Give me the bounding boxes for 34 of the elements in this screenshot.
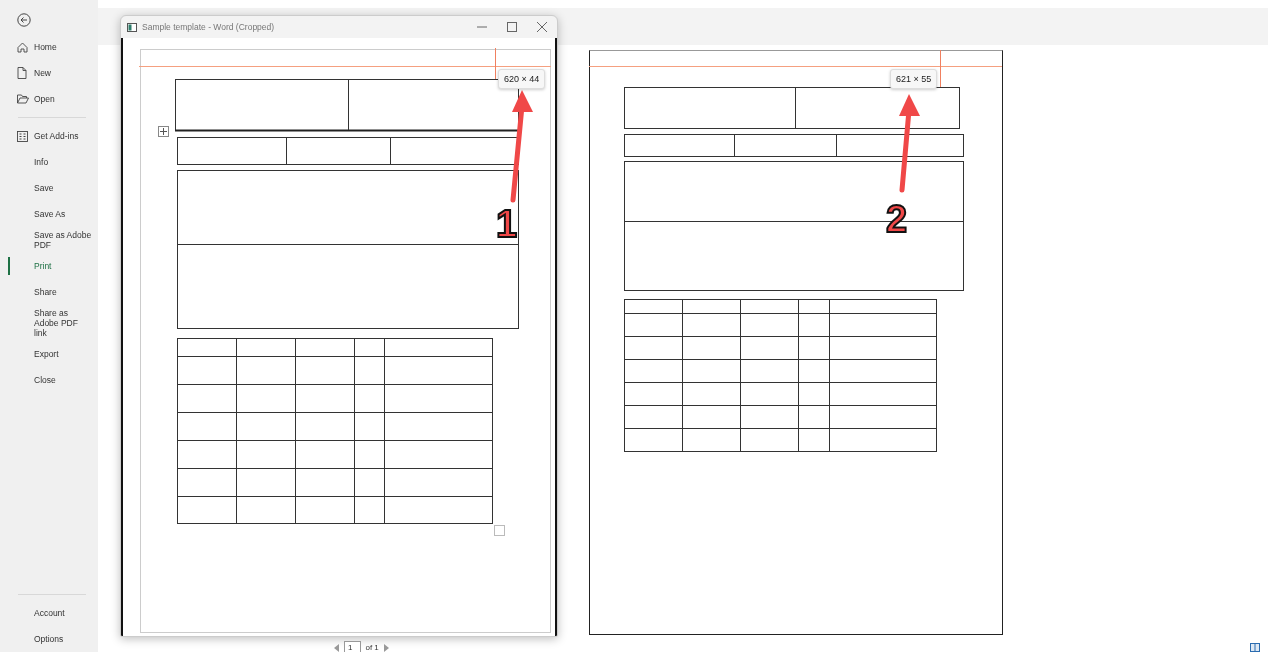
table-resize-handle[interactable] <box>494 525 505 536</box>
sidebar-item[interactable]: Save As <box>0 201 98 227</box>
sidebar-item[interactable]: Home <box>0 34 98 60</box>
size-tooltip: 621 × 55 <box>890 69 938 89</box>
size-tooltip: 620 × 44 <box>498 69 546 89</box>
sidebar-item[interactable]: Close <box>0 367 98 393</box>
document-icon <box>127 22 137 32</box>
sidebar-item[interactable]: Options <box>0 626 98 652</box>
page-number-field[interactable]: 1 <box>344 641 362 652</box>
sidebar-item[interactable]: Open <box>0 86 98 112</box>
back-button[interactable] <box>16 12 32 28</box>
page-icon <box>17 67 27 79</box>
folder-icon <box>17 94 29 104</box>
annotation-number: 1 <box>496 205 518 243</box>
sidebar-item[interactable]: Print <box>0 253 98 279</box>
page-count: of 1 <box>365 643 379 652</box>
sidebar-item[interactable]: Account <box>0 600 98 626</box>
window-title: Sample template - Word (Cropped) <box>142 22 275 32</box>
sidebar-item[interactable]: Info <box>0 149 98 175</box>
sidebar-item[interactable]: Export <box>0 341 98 367</box>
table-move-handle-icon[interactable] <box>158 126 169 137</box>
next-page-icon[interactable] <box>382 643 389 652</box>
sidebar-item[interactable]: New <box>0 60 98 86</box>
sidebar-item[interactable]: Share <box>0 279 98 305</box>
previous-page-icon[interactable] <box>334 643 340 652</box>
sidebar-item[interactable]: Save <box>0 175 98 201</box>
page-view-icon[interactable] <box>1250 643 1260 652</box>
maximize-icon[interactable] <box>507 22 517 32</box>
home-icon <box>17 41 28 53</box>
add-ins-grid-icon <box>17 130 28 142</box>
sidebar-item[interactable]: Get Add-ins <box>0 123 98 149</box>
close-icon[interactable] <box>537 22 547 32</box>
sidebar-item[interactable]: Share as Adobe PDF link <box>0 305 98 341</box>
sidebar-item[interactable]: Save as Adobe PDF <box>0 227 98 253</box>
